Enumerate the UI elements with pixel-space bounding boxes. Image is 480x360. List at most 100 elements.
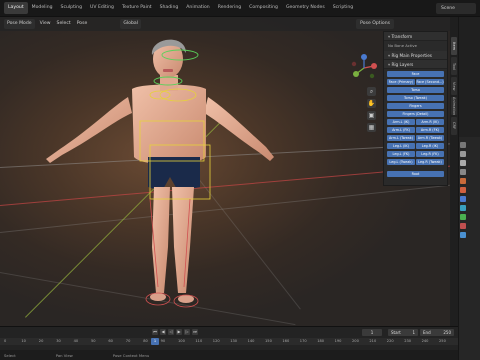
sidebar-tab-tool[interactable]: Tool [451,57,457,75]
workspace-tab-shading[interactable]: Shading [156,2,183,14]
rig-layer-toggle[interactable]: Arm.R (FK) [416,127,444,133]
end-value: 250 [443,330,451,335]
constraint-icon[interactable] [460,223,466,229]
play-reverse-icon[interactable]: ◁ [168,329,174,335]
3d-viewport[interactable]: Pose Mode View Select Pose Global Pose Opt… [0,17,450,326]
sidebar-tab-item[interactable]: Item [451,37,457,55]
rig-layer-row: Leg.L (IK) Leg.R (IK) [387,143,444,149]
frame-tick-label: 150 [265,339,272,343]
pan-hand-icon[interactable]: ✋ [367,99,376,108]
mode-dropdown[interactable]: Pose Mode [4,19,35,29]
rig-layer-toggle[interactable]: Arm.L (IK) [387,119,415,125]
pose-options-button[interactable]: Pose Options [356,19,394,29]
rig-layer-toggle[interactable]: Arm.L (Tweak) [387,135,415,141]
workspace-tab-texture-paint[interactable]: Texture Paint [118,2,156,14]
sidebar-tabs: Item Tool View Animation CRF [450,17,458,326]
workspace-tab-scripting[interactable]: Scripting [329,2,357,14]
rig-layer-toggle[interactable]: Arm.R (Tweak) [416,135,444,141]
rig-main-properties-header[interactable]: Rig Main Properties [384,51,447,60]
workspace-tab-geometry-nodes[interactable]: Geometry Nodes [282,2,329,14]
frame-tick-label: 110 [195,339,203,343]
frame-tick-label: 10 [21,339,26,343]
status-select: Select [4,352,16,358]
rig-layers-header[interactable]: Rig Layers [384,60,447,69]
data-icon[interactable] [460,232,466,238]
playback-controls: ⏮ ◀ ◁ ▶ ▷ ⏭ 1 Start 1 End 250 [0,328,458,338]
rig-layer-toggle[interactable]: Face [387,71,444,77]
end-frame-field[interactable]: End 250 [420,329,454,336]
rig-layer-row: Torso (Tweak) [387,95,444,101]
sidebar-tab-crf[interactable]: CRF [451,117,457,135]
transform-panel-header[interactable]: Transform [384,32,447,41]
workspace-tab-animation[interactable]: Animation [182,2,213,14]
perspective-grid-icon[interactable]: ▦ [367,123,376,132]
render-icon[interactable] [460,151,466,157]
modifier-icon[interactable] [460,205,466,211]
rig-layer-toggle[interactable]: Torso (Tweak) [387,95,444,101]
scene-selector[interactable]: Scene [436,3,476,14]
frame-tick-label: 220 [386,339,394,343]
start-value: 1 [412,330,415,335]
workspace-tab-rendering[interactable]: Rendering [214,2,245,14]
rig-layer-toggle[interactable]: Face (Primary) [387,79,415,85]
workspace-tab-modeling[interactable]: Modeling [28,2,57,14]
prev-keyframe-icon[interactable]: ◀ [160,329,166,335]
rig-layer-row: Arm.L (IK) Arm.R (IK) [387,119,444,125]
rig-layer-row: Fingers [387,103,444,109]
navigation-gizmo[interactable] [350,54,378,82]
object-icon[interactable] [460,196,466,202]
output-icon[interactable] [460,160,466,166]
rig-layer-toggle[interactable]: Leg.R (IK) [416,143,444,149]
sidebar-tab-view[interactable]: View [451,77,457,95]
rig-layer-toggle[interactable]: Leg.R (Tweak) [416,159,444,165]
rig-layer-row: Torso [387,87,444,93]
current-frame-field[interactable]: 1 [362,329,382,336]
scene-icon[interactable] [460,178,466,184]
rig-layer-toggle[interactable]: Root [387,171,444,177]
next-keyframe-icon[interactable]: ▷ [184,329,190,335]
rig-layer-toggle[interactable]: Torso [387,87,444,93]
frame-tick-label: 90 [160,339,166,343]
world-icon[interactable] [460,187,466,193]
frame-tick-label: 30 [56,339,61,343]
rig-layer-row: Face (Primary) Face (Second...) [387,79,444,85]
camera-icon[interactable]: ▣ [367,111,376,120]
rig-layer-toggle[interactable]: Face (Second...) [416,79,444,85]
rig-layer-toggle[interactable]: Leg.L (IK) [387,143,415,149]
properties-tabs [460,142,466,238]
jump-start-icon[interactable]: ⏮ [152,329,158,335]
jump-end-icon[interactable]: ⏭ [192,329,198,335]
transform-orientation-dropdown[interactable]: Global [120,19,141,29]
frame-ruler[interactable]: 0 10 20 30 40 50 60 70 80 90 100 110 120 130 140 150 160… [0,338,458,345]
menu-view[interactable]: View [37,19,54,29]
rig-layer-toggle[interactable]: Fingers (Detail) [387,111,444,117]
rig-layer-row: Leg.L (Tweak) Leg.R (Tweak) [387,159,444,165]
tool-icon[interactable] [460,142,466,148]
workspace-tab-compositing[interactable]: Compositing [245,2,282,14]
rig-layer-toggle[interactable]: Arm.L (FK) [387,127,415,133]
menu-select[interactable]: Select [54,19,74,29]
frame-tick-label: 190 [334,339,342,343]
view-layer-icon[interactable] [460,169,466,175]
frame-tick-label: 180 [317,339,325,343]
playhead[interactable]: 1 [151,338,159,345]
play-icon[interactable]: ▶ [176,329,182,335]
frame-tick-label: 200 [352,339,359,343]
right-arm [204,97,274,161]
rig-layer-toggle[interactable]: Arm.R (IK) [416,119,444,125]
viewport-menus: View Select Pose [37,19,91,29]
left-leg [152,187,170,293]
workspace-tab-layout[interactable]: Layout [4,2,28,14]
workspace-tab-sculpting[interactable]: Sculpting [57,2,86,14]
rig-layer-toggle[interactable]: Leg.R (FK) [416,151,444,157]
rig-layer-toggle[interactable]: Leg.L (Tweak) [387,159,415,165]
workspace-tab-uv-editing[interactable]: UV Editing [86,2,118,14]
physics-icon[interactable] [460,214,466,220]
menu-pose[interactable]: Pose [74,19,91,29]
rig-layer-toggle[interactable]: Leg.L (FK) [387,151,415,157]
zoom-icon[interactable]: ⌕ [367,87,376,96]
sidebar-tab-animation[interactable]: Animation [451,97,457,115]
rig-layer-toggle[interactable]: Fingers [387,103,444,109]
start-frame-field[interactable]: Start 1 [388,329,418,336]
outliner[interactable] [459,17,480,137]
